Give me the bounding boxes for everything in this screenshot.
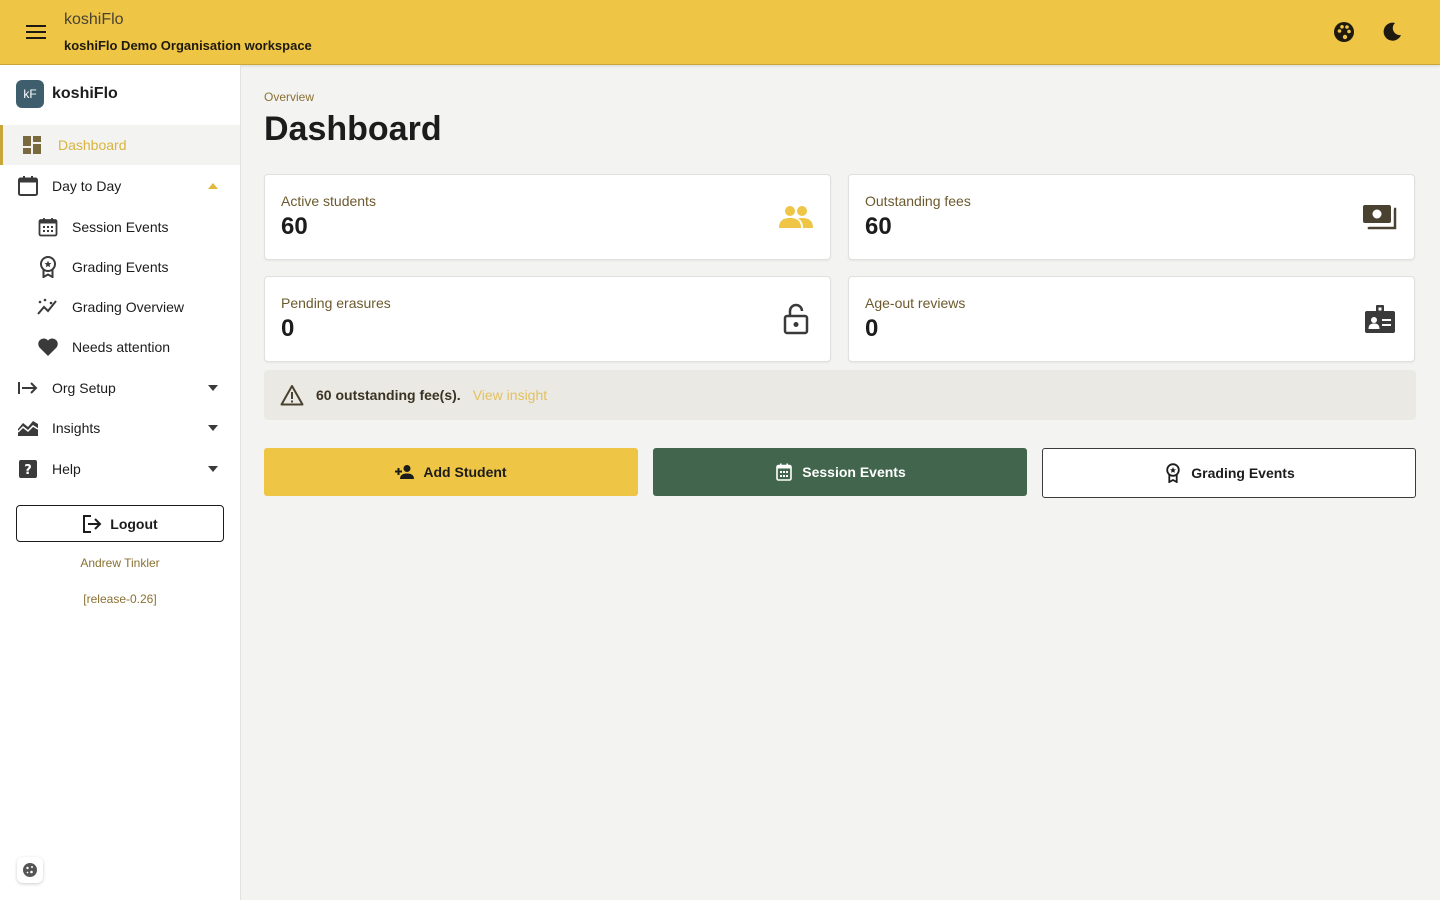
insights-icon bbox=[16, 416, 40, 440]
people-icon bbox=[778, 201, 814, 233]
session-events-button[interactable]: Session Events bbox=[653, 448, 1027, 496]
person-add-icon bbox=[395, 462, 415, 482]
stat-card-pending-erasures: Pending erasures 0 bbox=[264, 276, 831, 362]
menu-icon[interactable] bbox=[24, 20, 48, 44]
logout-icon bbox=[82, 514, 102, 533]
calendar-grid-icon bbox=[774, 462, 794, 482]
warning-icon bbox=[280, 383, 304, 407]
sidebar-item-label: Insights bbox=[52, 420, 101, 436]
workspace-name: koshiFlo Demo Organisation workspace bbox=[64, 38, 312, 53]
sidebar-item-grading-events[interactable]: Grading Events bbox=[0, 247, 240, 287]
sidebar-item-help[interactable]: ? Help bbox=[0, 449, 240, 489]
stat-value: 60 bbox=[281, 213, 308, 240]
sidebar-item-label: Grading Events bbox=[72, 259, 169, 275]
award-icon bbox=[1163, 463, 1183, 483]
sidebar-item-label: Needs attention bbox=[72, 339, 171, 355]
sidebar-item-grading-overview[interactable]: Grading Overview bbox=[0, 287, 240, 327]
brand-logo: kF bbox=[16, 80, 44, 108]
stat-value: 0 bbox=[281, 315, 295, 342]
logout-label: Logout bbox=[110, 515, 158, 532]
sidebar-item-dashboard[interactable]: Dashboard bbox=[0, 125, 240, 165]
alert-text: 60 outstanding fee(s). bbox=[316, 387, 461, 403]
sidebar-brand[interactable]: kF koshiFlo bbox=[16, 80, 118, 108]
app-title: koshiFlo bbox=[64, 11, 124, 28]
add-student-button[interactable]: Add Student bbox=[264, 448, 638, 496]
sidebar-item-label: Help bbox=[52, 461, 81, 477]
sidebar-item-session-events[interactable]: Session Events bbox=[0, 207, 240, 247]
sidebar-item-insights[interactable]: Insights bbox=[0, 408, 240, 448]
svg-text:?: ? bbox=[24, 463, 32, 478]
stat-label: Age-out reviews bbox=[865, 295, 966, 311]
breadcrumb: Overview bbox=[264, 90, 315, 104]
stat-label: Active students bbox=[281, 193, 376, 209]
chevron-down-icon bbox=[208, 464, 218, 474]
palette-icon[interactable] bbox=[1332, 20, 1356, 44]
lock-open-icon bbox=[778, 303, 814, 335]
sidebar: kF koshiFlo Dashboard Day to Day Session… bbox=[0, 65, 241, 900]
stat-label: Pending erasures bbox=[281, 295, 391, 311]
stat-label: Outstanding fees bbox=[865, 193, 971, 209]
cookie-icon bbox=[22, 862, 38, 878]
session-events-label: Session Events bbox=[802, 464, 906, 480]
sidebar-item-day-to-day[interactable]: Day to Day bbox=[0, 166, 240, 206]
stat-value: 60 bbox=[865, 213, 892, 240]
stat-card-outstanding-fees: Outstanding fees 60 bbox=[848, 174, 1415, 260]
top-app-bar: koshiFlo koshiFlo Demo Organisation work… bbox=[0, 0, 1440, 65]
sidebar-item-org-setup[interactable]: Org Setup bbox=[0, 368, 240, 408]
arrow-right-bar-icon bbox=[16, 376, 40, 400]
id-badge-icon bbox=[1362, 303, 1398, 335]
calendar-icon bbox=[16, 174, 40, 198]
calendar-grid-icon bbox=[36, 215, 60, 239]
dashboard-icon bbox=[20, 133, 44, 157]
outstanding-fees-alert: 60 outstanding fee(s). View insight bbox=[264, 370, 1416, 420]
heart-icon bbox=[36, 335, 60, 359]
cash-icon bbox=[1362, 201, 1398, 233]
stat-value: 0 bbox=[865, 315, 879, 342]
dark-mode-icon[interactable] bbox=[1380, 20, 1404, 44]
logout-button[interactable]: Logout bbox=[16, 505, 224, 542]
chevron-down-icon bbox=[208, 423, 218, 433]
stat-card-age-out-reviews: Age-out reviews 0 bbox=[848, 276, 1415, 362]
page-title: Dashboard bbox=[264, 110, 442, 148]
view-insight-link[interactable]: View insight bbox=[473, 387, 547, 403]
cookie-settings-button[interactable] bbox=[17, 857, 43, 883]
release-version: [release-0.26] bbox=[83, 592, 157, 606]
grading-events-button[interactable]: Grading Events bbox=[1042, 448, 1416, 498]
chevron-up-icon bbox=[208, 181, 218, 191]
stat-card-active-students: Active students 60 bbox=[264, 174, 831, 260]
grading-events-label: Grading Events bbox=[1191, 465, 1295, 481]
sidebar-item-label: Grading Overview bbox=[72, 299, 185, 315]
sidebar-item-label: Dashboard bbox=[58, 137, 127, 153]
user-name: Andrew Tinkler bbox=[80, 556, 160, 570]
sidebar-item-label: Session Events bbox=[72, 219, 169, 235]
award-icon bbox=[36, 255, 60, 279]
chart-line-icon bbox=[36, 295, 60, 319]
brand-name: koshiFlo bbox=[52, 85, 118, 102]
add-student-label: Add Student bbox=[423, 464, 507, 480]
sidebar-item-label: Day to Day bbox=[52, 178, 122, 194]
sidebar-item-label: Org Setup bbox=[52, 380, 116, 396]
chevron-down-icon bbox=[208, 383, 218, 393]
help-icon: ? bbox=[16, 457, 40, 481]
sidebar-item-needs-attention[interactable]: Needs attention bbox=[0, 327, 240, 367]
